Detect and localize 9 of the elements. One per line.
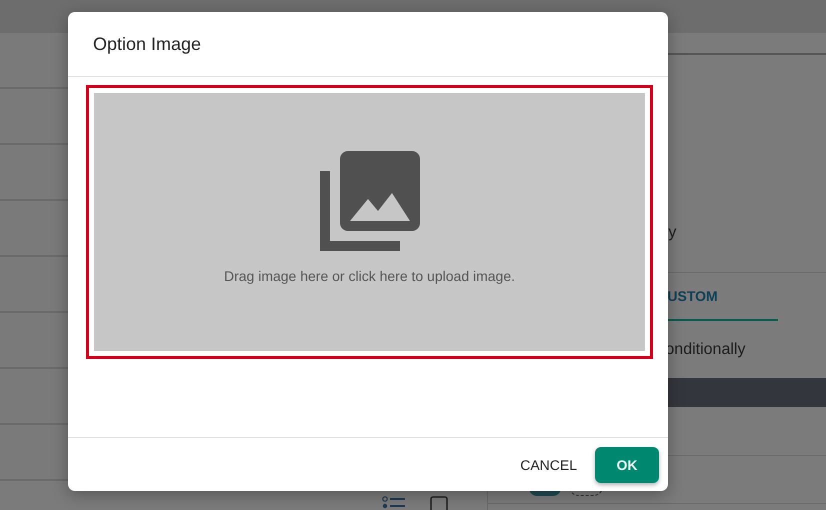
upload-dropzone[interactable]: Drag image here or click here to upload image. <box>86 85 653 359</box>
cancel-button[interactable]: CANCEL <box>518 448 579 480</box>
field-label: y <box>668 224 676 242</box>
image-gallery-icon <box>320 151 420 251</box>
list-icon[interactable] <box>382 496 406 510</box>
dialog-title: Option Image <box>93 34 202 54</box>
upload-hint: Drag image here or click here to upload image. <box>224 268 516 284</box>
ok-button[interactable]: OK <box>595 446 659 482</box>
option-label: onditionally <box>665 340 746 358</box>
